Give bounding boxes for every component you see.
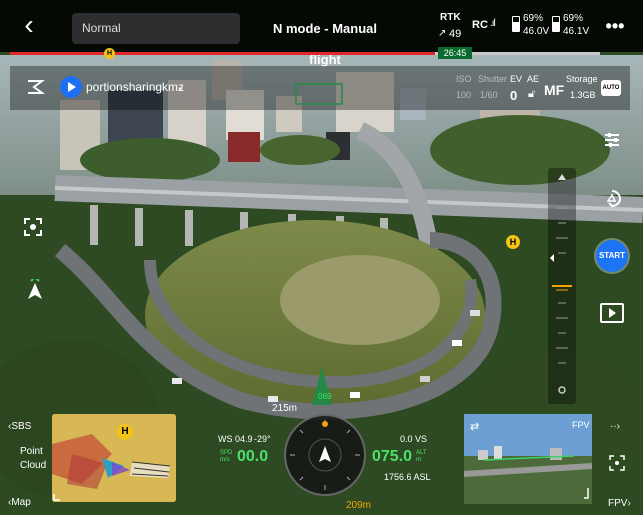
map-button[interactable]: ‹Map bbox=[8, 497, 31, 508]
navigation-arrow-icon[interactable] bbox=[22, 278, 48, 304]
rc-signal-icon: .ıl bbox=[490, 18, 496, 29]
live-stream-play-icon[interactable] bbox=[60, 76, 82, 98]
distance-bottom: 209m bbox=[346, 500, 372, 511]
camera-settings-icon[interactable]: AUTO bbox=[601, 80, 621, 96]
battery1-voltage: 46.0V bbox=[523, 26, 550, 37]
chevron-down-icon[interactable]: ⌄ bbox=[176, 80, 185, 93]
route-icon[interactable] bbox=[599, 186, 625, 212]
shutter-label: Shutter bbox=[478, 74, 508, 84]
ae-label: AE bbox=[527, 74, 540, 84]
rtk-label: RTK bbox=[440, 12, 461, 23]
alt-label: ALT m bbox=[416, 450, 427, 463]
flight-progress-fill bbox=[10, 52, 435, 55]
recenter-icon[interactable] bbox=[606, 452, 628, 474]
vertical-speed: 0.0 VS bbox=[400, 434, 428, 444]
altitude-value: 075.0 bbox=[372, 448, 413, 465]
speed-value: 00.0 bbox=[237, 448, 269, 465]
mode-selector[interactable]: Normal bbox=[72, 13, 240, 44]
storage-label: Storage bbox=[566, 74, 598, 84]
sbs-button[interactable]: ‹SBS bbox=[8, 421, 31, 432]
shutter-value[interactable]: 1/60 bbox=[480, 90, 498, 100]
swap-view-icon[interactable]: ⇄ bbox=[470, 420, 479, 433]
battery2-percent: 69% bbox=[563, 13, 584, 24]
rtk-signal-icon: ↗ bbox=[438, 28, 447, 39]
chevron-right-icon: › bbox=[627, 498, 631, 509]
ae-lock-icon[interactable]: 🔓︎ bbox=[528, 88, 535, 101]
home-point-marker: H bbox=[506, 235, 520, 249]
flight-mode-label: N mode - Manual flight bbox=[272, 21, 377, 67]
compass[interactable] bbox=[284, 414, 366, 496]
battery1-percent: 69% bbox=[523, 13, 544, 24]
rtk-satellite-count: 49 bbox=[449, 28, 462, 40]
heading-number: 069 bbox=[318, 392, 332, 401]
back-icon[interactable]: ‹ bbox=[12, 8, 46, 42]
home-progress-marker: H bbox=[104, 48, 115, 59]
rc-label: RC bbox=[472, 19, 488, 31]
gimbal-pitch-ruler[interactable] bbox=[548, 168, 576, 404]
flight-timer: 26:45 bbox=[438, 47, 472, 59]
iso-value[interactable]: 100 bbox=[456, 90, 471, 100]
minimap-home-marker: H bbox=[117, 424, 133, 440]
drone-mode-icon[interactable] bbox=[22, 74, 48, 100]
settings-sliders-icon[interactable] bbox=[599, 127, 625, 153]
fpv-label: FPV bbox=[572, 420, 590, 430]
battery2-icon bbox=[552, 16, 560, 32]
battery2-voltage: 46.1V bbox=[563, 26, 590, 37]
stream-name[interactable]: portionsharingkmz bbox=[86, 80, 184, 94]
point-cloud-line1[interactable]: Point bbox=[20, 446, 43, 457]
wind-direction: -29° bbox=[254, 434, 271, 444]
playback-icon[interactable] bbox=[600, 303, 624, 323]
collapse-right-icon[interactable]: ··› bbox=[610, 421, 620, 432]
spd-label: SPD m/s bbox=[220, 450, 233, 463]
minimap[interactable] bbox=[52, 414, 176, 502]
battery1-icon bbox=[512, 16, 520, 32]
focus-mode-label[interactable]: MF bbox=[544, 82, 564, 98]
point-cloud-line2[interactable]: Cloud bbox=[20, 460, 46, 471]
focus-frame-icon[interactable] bbox=[20, 214, 46, 240]
storage-value: 1.3GB bbox=[570, 90, 596, 100]
start-button[interactable]: START bbox=[596, 240, 628, 272]
fpv-toggle-button[interactable]: FPV› bbox=[608, 498, 631, 509]
more-menu-icon[interactable]: ••• bbox=[600, 11, 630, 41]
ev-label: EV bbox=[510, 74, 523, 84]
ev-value[interactable]: 0 bbox=[510, 88, 517, 103]
distance-top: 215m bbox=[272, 403, 298, 414]
iso-label: ISO bbox=[456, 74, 472, 84]
asl-altitude: 1756.6 ASL bbox=[384, 472, 431, 482]
wind-speed: WS 04.9 bbox=[218, 434, 253, 444]
